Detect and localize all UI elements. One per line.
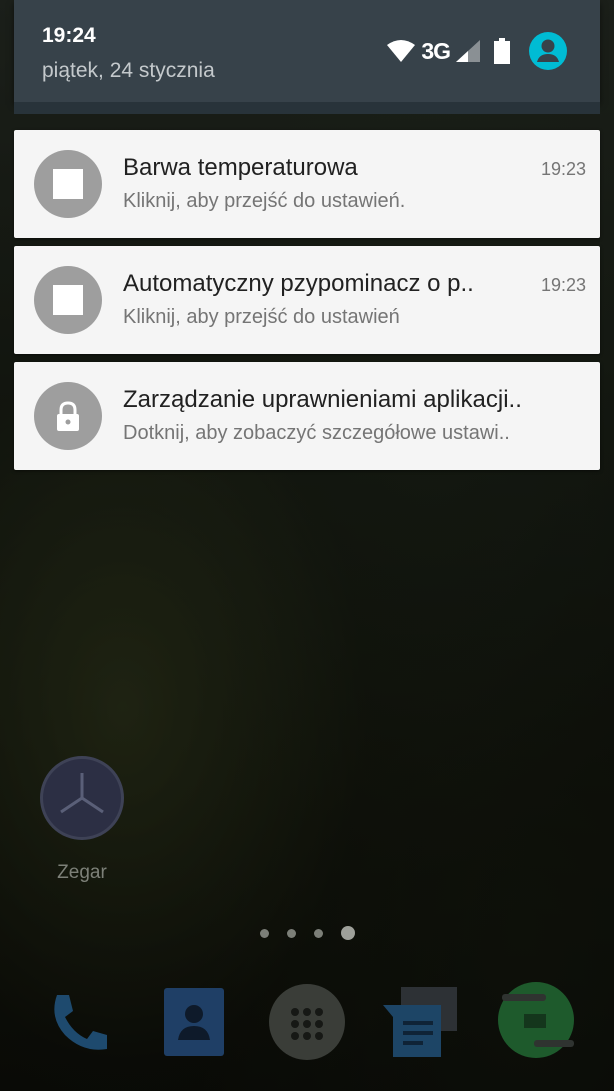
notification-card[interactable]: Barwa temperaturowa Kliknij, aby przejść… (14, 130, 600, 238)
status-icons: 3G (387, 31, 568, 71)
contacts-icon[interactable] (152, 980, 236, 1064)
page-dot (259, 928, 269, 938)
notification-time: 19:23 (540, 159, 586, 179)
clock-app-icon[interactable] (40, 756, 124, 840)
page-dot (313, 928, 323, 938)
notification-title: Barwa temperaturowa (123, 154, 358, 181)
status-clock: 19:24 (42, 24, 96, 47)
user-account-icon[interactable] (528, 31, 568, 71)
wifi-icon (387, 40, 416, 62)
shade-divider (14, 102, 600, 114)
phone-icon[interactable] (36, 980, 120, 1064)
dock (0, 980, 614, 1072)
messaging-icon[interactable] (378, 980, 462, 1064)
app-drawer-icon[interactable] (265, 980, 349, 1064)
notification-text: Dotknij, aby zobaczyć szczegółowe ustawi… (123, 422, 510, 444)
cell-signal-icon (456, 40, 480, 62)
notification-title: Automatyczny pzypominacz o p.. (123, 270, 474, 297)
lock-icon (34, 382, 102, 450)
notification-card[interactable]: Zarządzanie uprawnieniami aplikacji.. Do… (14, 362, 600, 470)
clock-app-label: Zegar (57, 862, 107, 883)
status-date: piątek, 24 stycznia (42, 59, 215, 82)
notification-text: Kliknij, aby przejść do ustawień. (123, 190, 406, 212)
network-type-label: 3G (421, 37, 451, 64)
notification-time: 19:23 (540, 275, 586, 295)
notification-text: Kliknij, aby przejść do ustawień (123, 306, 400, 328)
stop-square-icon (34, 150, 102, 218)
page-indicator (0, 926, 614, 940)
notification-title: Zarządzanie uprawnieniami aplikacji.. (123, 386, 522, 413)
notification-card[interactable]: Automatyczny pzypominacz o p.. Kliknij, … (14, 246, 600, 354)
page-dot (286, 928, 296, 938)
page-dot-active (340, 926, 355, 940)
notification-shade-header: 19:24 piątek, 24 stycznia 3G (14, 0, 600, 102)
stop-square-icon (34, 266, 102, 334)
battery-icon (494, 38, 510, 64)
hangouts-icon[interactable] (494, 980, 578, 1064)
